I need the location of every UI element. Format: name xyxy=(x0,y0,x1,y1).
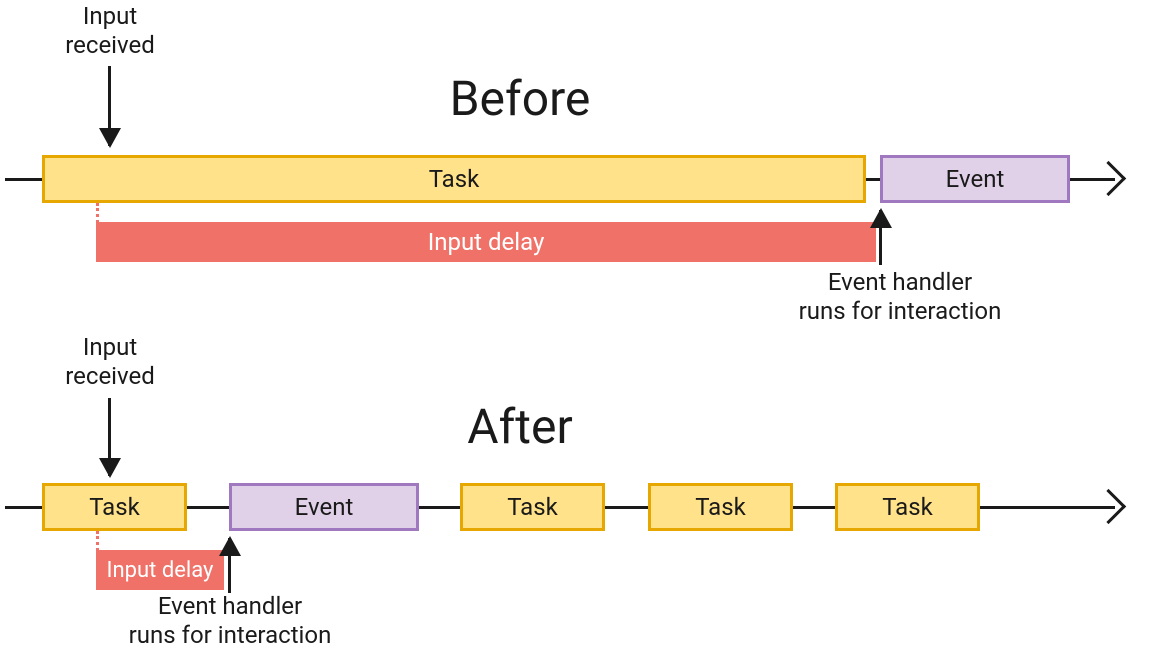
before-input-received-label: Input received xyxy=(40,2,180,60)
after-input-received-label: Input received xyxy=(40,333,180,391)
after-task-block-4: Task xyxy=(835,483,980,531)
before-input-arrow-icon xyxy=(108,66,111,146)
before-event-handler-arrow-icon xyxy=(879,210,882,265)
after-title: After xyxy=(440,398,600,455)
before-input-delay-block: Input delay xyxy=(96,222,876,262)
after-input-arrow-icon xyxy=(108,398,111,476)
after-event-handler-label: Event handler runs for interaction xyxy=(100,592,360,650)
before-dotted-connector xyxy=(96,203,99,223)
after-task-block-1: Task xyxy=(42,483,187,531)
before-task-block: Task xyxy=(42,155,866,203)
before-event-block: Event xyxy=(880,155,1070,203)
after-task-block-2: Task xyxy=(460,483,605,531)
before-event-handler-label: Event handler runs for interaction xyxy=(770,268,1030,326)
after-input-delay-block: Input delay xyxy=(96,550,224,590)
after-dotted-connector xyxy=(96,531,99,551)
after-event-block: Event xyxy=(229,483,419,531)
before-title: Before xyxy=(420,70,620,127)
after-task-block-3: Task xyxy=(648,483,793,531)
after-event-handler-arrow-icon xyxy=(228,538,231,593)
